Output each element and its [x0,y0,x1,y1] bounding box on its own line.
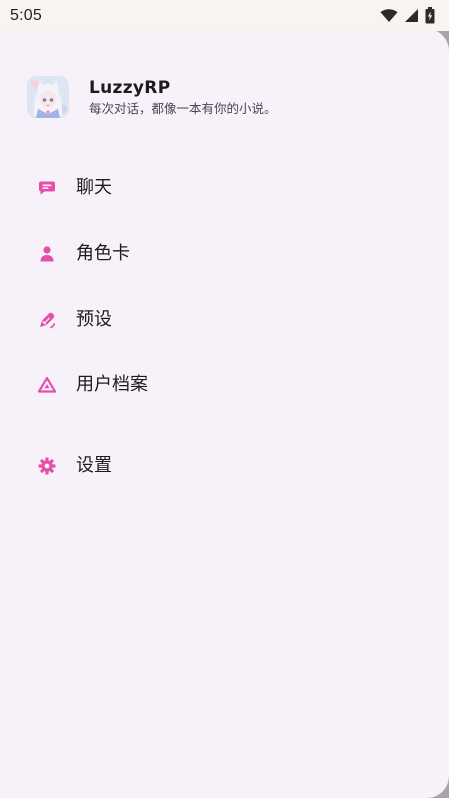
menu-item-settings-label: 设置 [76,455,112,476]
chat-bubble-icon [37,178,57,198]
app-tagline: 每次对话，都像一本有你的小说。 [89,100,277,116]
menu-item-presets[interactable]: 预设 [0,294,430,346]
menu-item-user-profile-label: 用户档案 [76,374,148,395]
status-bar: 5:05 [0,0,449,31]
menu-item-user-profile[interactable]: 用户档案 [0,359,430,411]
navigation-drawer: LuzzyRP 每次对话，都像一本有你的小说。 聊天 角色卡 预设 用户档案 设… [0,29,449,798]
menu-item-chat[interactable]: 聊天 [0,162,430,214]
menu-item-presets-label: 预设 [76,309,112,330]
gear-icon [37,456,57,476]
triangle-icon [37,375,57,395]
menu-item-characters-label: 角色卡 [76,243,130,264]
screen: 5:05 LuzzyRP 每次对话，都像一本有你的小说。 聊天 角色卡 预设 用… [0,0,449,798]
person-icon [37,244,57,264]
drawer-header: LuzzyRP 每次对话，都像一本有你的小说。 [27,76,277,118]
menu-item-characters[interactable]: 角色卡 [0,228,430,280]
battery-charging-icon [425,7,435,24]
app-avatar [27,76,69,118]
menu-item-settings[interactable]: 设置 [0,440,430,492]
edit-pen-icon [37,310,57,330]
cellular-signal-icon [405,9,418,22]
status-icons [380,7,435,24]
drawer-header-text: LuzzyRP 每次对话，都像一本有你的小说。 [89,78,277,117]
menu-item-chat-label: 聊天 [76,177,112,198]
status-time: 5:05 [10,6,42,24]
app-name: LuzzyRP [89,77,171,98]
wifi-icon [380,9,398,22]
